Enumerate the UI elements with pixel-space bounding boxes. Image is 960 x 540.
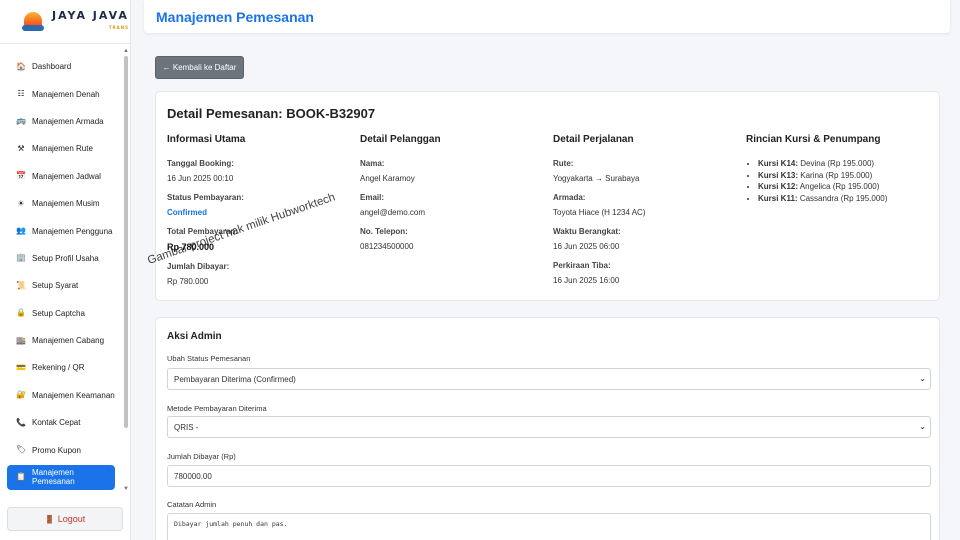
fleet-label: Armada: bbox=[553, 193, 586, 202]
payment-method-label: Metode Pembayaran Diterima bbox=[167, 404, 267, 413]
amount-paid-value: Rp 780.000 bbox=[167, 277, 209, 286]
booking-date-label: Tanggal Booking: bbox=[167, 159, 234, 168]
back-to-list-button[interactable]: ← Kembali ke Daftar bbox=[155, 56, 244, 79]
sidebar-item-keamanan[interactable]: 🔐 Manajemen Keamanan bbox=[0, 382, 122, 409]
tag-icon: 🏷 bbox=[16, 445, 27, 455]
sidebar-item-musim[interactable]: ☀ Manajemen Musim bbox=[0, 190, 122, 217]
chevron-down-icon: ⌄ bbox=[919, 374, 926, 383]
chevron-down-icon: ⌄ bbox=[919, 422, 926, 431]
tools-icon: ⚒ bbox=[17, 143, 25, 153]
trip-heading: Detail Perjalanan bbox=[553, 134, 634, 145]
brand-tagline: TRANS bbox=[108, 25, 129, 30]
sidebar-item-profil-usaha[interactable]: 🏢 Setup Profil Usaha bbox=[0, 245, 122, 272]
sidebar-item-rekening[interactable]: 💳 Rekening / QR bbox=[0, 354, 122, 381]
route-value: Yogyakarta → Surabaya bbox=[553, 174, 640, 183]
admin-notes-label: Catatan Admin bbox=[167, 500, 217, 509]
main-info-section: Informasi Utama Tanggal Booking: 16 Jun … bbox=[167, 134, 352, 296]
phone-icon: 📞 bbox=[16, 417, 26, 427]
sidebar-item-kontak[interactable]: 📞 Kontak Cepat bbox=[0, 409, 122, 436]
trip-section: Detail Perjalanan Rute: Yogyakarta → Sur… bbox=[553, 134, 738, 295]
booking-detail-title: Detail Pemesanan: BOOK-B32907 bbox=[167, 106, 376, 121]
sidebar-item-syarat[interactable]: 📜 Setup Syarat bbox=[0, 272, 122, 299]
booking-date-value: 16 Jun 2025 00:10 bbox=[167, 174, 234, 183]
customer-email-label: Email: bbox=[360, 193, 385, 202]
amount-paid-input-label: Jumlah Dibayar (Rp) bbox=[167, 452, 236, 461]
scroll-icon: 📜 bbox=[16, 280, 26, 290]
list-item: Kursi K12: Angelica (Rp 195.000) bbox=[758, 182, 931, 191]
scrollbar-thumb[interactable] bbox=[124, 56, 128, 428]
sidebar-nav: 🏠 Dashboard ☷ Manajemen Denah 🚌 Manajemen A… bbox=[0, 53, 122, 490]
brand-logo[interactable]: JAYA JAVA TRANS bbox=[0, 0, 130, 44]
payment-method-select[interactable]: QRIS - ⌄ bbox=[167, 416, 931, 438]
seats-heading: Rincian Kursi & Penumpang bbox=[746, 134, 881, 145]
fleet-value: Toyota Hiace (H 1234 AC) bbox=[553, 208, 646, 217]
page-title: Manajemen Pemesanan bbox=[156, 9, 314, 25]
sidebar-item-cabang[interactable]: 🏬 Manajemen Cabang bbox=[0, 327, 122, 354]
admin-action-title: Aksi Admin bbox=[167, 331, 222, 342]
top-header: Manajemen Pemesanan bbox=[144, 0, 950, 33]
customer-phone-value: 081234500000 bbox=[360, 242, 414, 251]
calendar-icon: 📅 bbox=[16, 171, 26, 181]
home-icon: 🏠 bbox=[16, 61, 26, 71]
security-icon: 🔐 bbox=[16, 390, 26, 400]
sidebar-item-dashboard[interactable]: 🏠 Dashboard bbox=[0, 53, 122, 80]
status-select[interactable]: Pembayaran Diterima (Confirmed) ⌄ bbox=[167, 368, 931, 390]
door-icon: 🚪 bbox=[44, 514, 55, 524]
booking-detail-card: Detail Pemesanan: BOOK-B32907 Informasi … bbox=[155, 91, 940, 301]
customer-name-value: Angel Karamoy bbox=[360, 174, 415, 183]
sidebar: JAYA JAVA TRANS 🏠 Dashboard ☷ Manajemen De… bbox=[0, 0, 131, 540]
logout-button[interactable]: 🚪 Logout bbox=[7, 507, 123, 531]
sidebar-item-promo[interactable]: 🏷 Promo Kupon bbox=[0, 436, 122, 463]
sidebar-item-rute[interactable]: ⚒ Manajemen Rute bbox=[0, 135, 122, 162]
sidebar-item-captcha[interactable]: 🔒 Setup Captcha bbox=[0, 300, 122, 327]
seats-section: Rincian Kursi & Penumpang Kursi K14: Dev… bbox=[746, 134, 931, 205]
lock-icon: 🔒 bbox=[16, 308, 26, 318]
departure-label: Waktu Berangkat: bbox=[553, 227, 621, 236]
customer-email-value: angel@demo.com bbox=[360, 208, 426, 217]
season-icon: ☀ bbox=[17, 198, 25, 208]
clipboard-icon: 📋 bbox=[16, 472, 26, 482]
amount-paid-label: Jumlah Dibayar: bbox=[167, 262, 230, 271]
amount-paid-input[interactable]: 780000.00 bbox=[167, 465, 931, 487]
admin-notes-textarea[interactable]: Dibayar jumlah penuh dan pas. bbox=[167, 513, 931, 540]
list-item: Kursi K14: Devina (Rp 195.000) bbox=[758, 159, 931, 168]
list-item: Kursi K13: Karina (Rp 195.000) bbox=[758, 171, 931, 180]
admin-action-card: Aksi Admin Ubah Status Pemesanan Pembaya… bbox=[155, 317, 940, 540]
card-icon: 💳 bbox=[16, 362, 26, 372]
arrival-label: Perkiraan Tiba: bbox=[553, 261, 611, 270]
sidebar-item-armada[interactable]: 🚌 Manajemen Armada bbox=[0, 108, 122, 135]
bus-icon: 🚌 bbox=[16, 116, 26, 126]
customer-name-label: Nama: bbox=[360, 159, 385, 168]
building-icon: 🏢 bbox=[16, 253, 26, 263]
customer-phone-label: No. Telepon: bbox=[360, 227, 408, 236]
seat-list: Kursi K14: Devina (Rp 195.000) Kursi K13… bbox=[746, 159, 931, 203]
main-info-heading: Informasi Utama bbox=[167, 134, 246, 145]
sidebar-item-jadwal[interactable]: 📅 Manajemen Jadwal bbox=[0, 163, 122, 190]
branch-icon: 🏬 bbox=[16, 335, 26, 345]
brand-name: JAYA JAVA bbox=[52, 9, 129, 22]
list-icon: ☷ bbox=[17, 89, 25, 99]
route-label: Rute: bbox=[553, 159, 574, 168]
customer-section: Detail Pelanggan Nama: Angel Karamoy Ema… bbox=[360, 134, 545, 261]
logo-icon bbox=[22, 11, 44, 33]
sidebar-scrollbar[interactable]: ▲ ▼ bbox=[122, 44, 130, 504]
sidebar-item-pengguna[interactable]: 👥 Manajemen Pengguna bbox=[0, 217, 122, 244]
users-icon: 👥 bbox=[16, 226, 26, 236]
list-item: Kursi K11: Cassandra (Rp 195.000) bbox=[758, 194, 931, 203]
status-select-label: Ubah Status Pemesanan bbox=[167, 354, 251, 363]
arrival-value: 16 Jun 2025 16:00 bbox=[553, 276, 620, 285]
scroll-up-icon[interactable]: ▲ bbox=[123, 48, 129, 54]
departure-value: 16 Jun 2025 06:00 bbox=[553, 242, 620, 251]
customer-heading: Detail Pelanggan bbox=[360, 134, 441, 145]
sidebar-item-pemesanan[interactable]: 📋 Manajemen Pemesanan bbox=[7, 464, 115, 490]
scroll-down-icon[interactable]: ▼ bbox=[123, 486, 129, 492]
sidebar-item-denah[interactable]: ☷ Manajemen Denah bbox=[0, 80, 122, 107]
